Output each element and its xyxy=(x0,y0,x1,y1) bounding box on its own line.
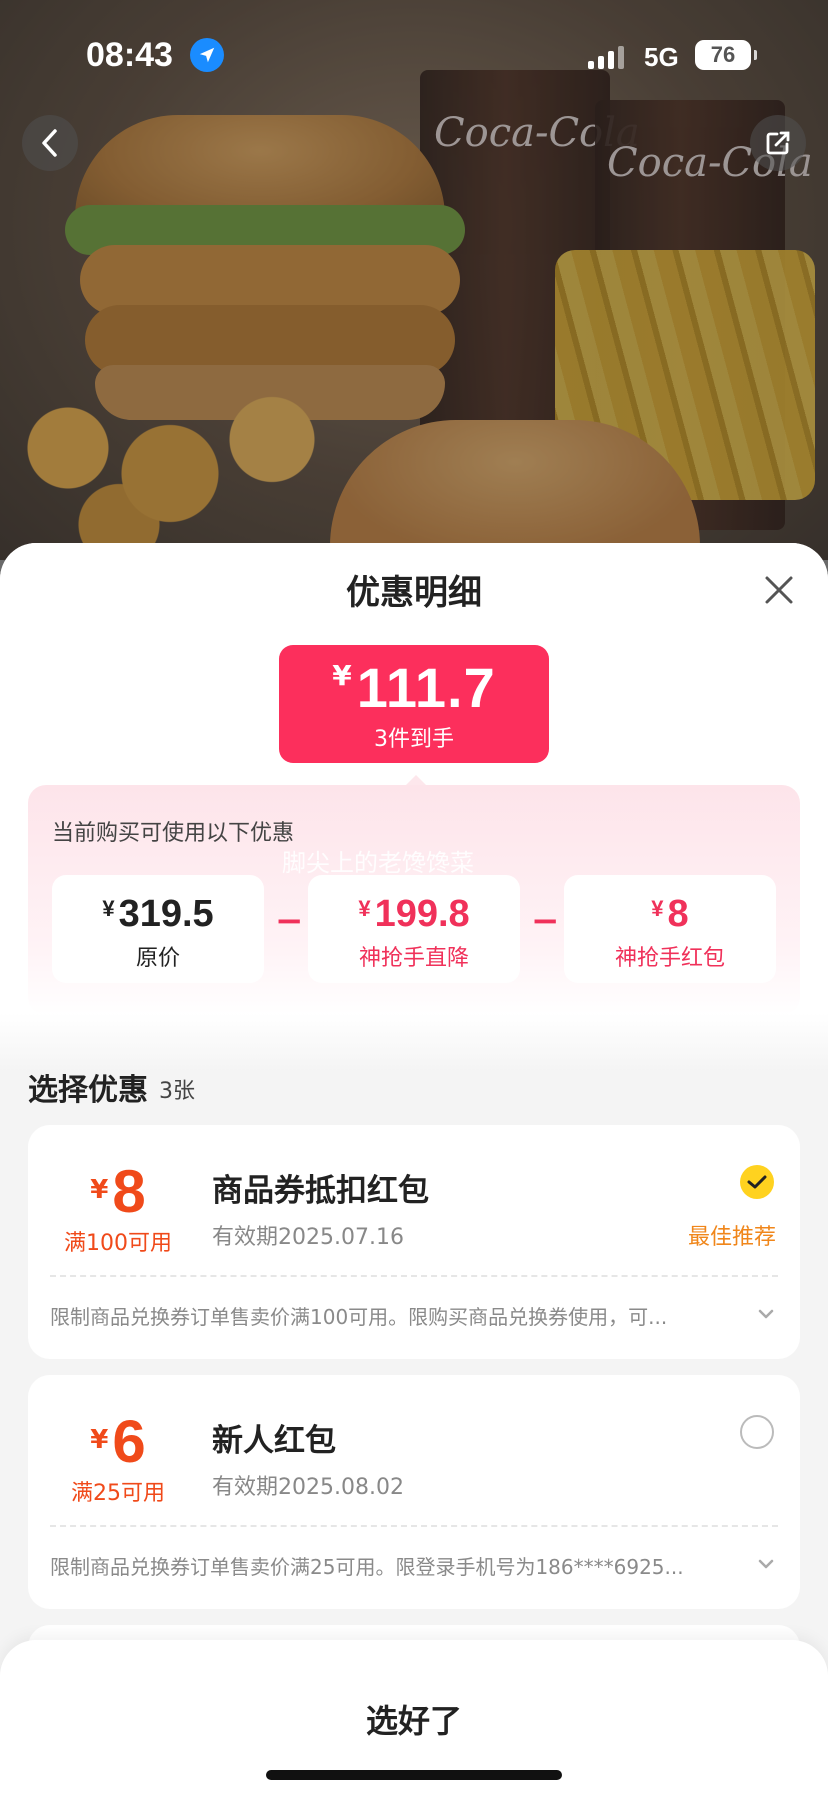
coupon-card[interactable]: ¥6 满25可用 新人红包 有效期2025.08.02 限制商品兑换券订单售卖价… xyxy=(28,1375,800,1609)
chevron-down-icon[interactable] xyxy=(756,1307,776,1321)
check-icon xyxy=(747,1175,767,1189)
coupon-divider xyxy=(50,1275,778,1277)
red-packet-label: 神抢手红包 xyxy=(614,946,725,971)
coupon-card[interactable]: ¥8 满100可用 商品券抵扣红包 有效期2025.07.16 最佳推荐 限制商… xyxy=(28,1125,800,1359)
close-icon xyxy=(765,576,793,604)
coupon-amount-value: 6 xyxy=(112,1408,146,1475)
coupon-divider xyxy=(50,1525,778,1527)
direct-discount-value: 199.8 xyxy=(374,893,470,935)
share-button[interactable] xyxy=(750,115,806,171)
sheet-fade xyxy=(0,1013,828,1073)
coupon-amount-value: 8 xyxy=(112,1158,146,1225)
discount-detail-sheet: 优惠明细 ¥ 111.7 3件到手 当前购买可使用以下优惠 脚尖上的老馋馋菜 ¥… xyxy=(0,543,828,1795)
final-price-badge: ¥ 111.7 3件到手 xyxy=(279,645,549,763)
currency-symbol: ¥ xyxy=(102,896,115,921)
currency-symbol: ¥ xyxy=(332,659,352,692)
original-price-card: ¥319.5 原价 xyxy=(52,875,264,983)
signal-icon xyxy=(588,46,624,69)
coupon-title: 新人红包 xyxy=(212,1423,336,1459)
coupon-validity: 有效期2025.08.02 xyxy=(212,1475,404,1500)
final-price-subtitle: 3件到手 xyxy=(374,727,454,752)
select-discount-title: 选择优惠 xyxy=(28,1073,148,1108)
direct-discount-label: 神抢手直降 xyxy=(358,946,469,971)
minus-sign: − xyxy=(275,901,304,941)
confirm-button[interactable]: 选好了 xyxy=(0,1696,828,1742)
original-price-value: 319.5 xyxy=(118,893,214,935)
bottom-action-bar: 选好了 xyxy=(0,1640,828,1795)
coupon-count: 3张 xyxy=(159,1079,195,1104)
status-time: 08:43 xyxy=(86,36,173,74)
coupon-amount: ¥6 xyxy=(48,1407,188,1476)
price-breakdown: 当前购买可使用以下优惠 脚尖上的老馋馋菜 ¥319.5 原价 − ¥199.8 … xyxy=(28,785,800,1015)
currency-symbol: ¥ xyxy=(651,896,664,921)
sheet-title: 优惠明细 xyxy=(346,573,482,613)
original-price-label: 原价 xyxy=(135,946,180,971)
currency-symbol: ¥ xyxy=(358,896,371,921)
chevron-left-icon xyxy=(42,129,57,157)
battery-icon: 76 xyxy=(695,40,757,70)
minus-sign: − xyxy=(531,901,560,941)
red-packet-value: 8 xyxy=(667,893,689,935)
chevron-down-icon[interactable] xyxy=(756,1557,776,1571)
watermark: 脚尖上的老馋馋菜 xyxy=(282,849,474,877)
coupon-checkbox[interactable] xyxy=(740,1415,774,1449)
direct-discount-card: ¥199.8 神抢手直降 xyxy=(308,875,520,983)
coupon-checkbox[interactable] xyxy=(740,1165,774,1199)
final-price-amount: 111.7 xyxy=(356,656,496,719)
status-bar: 08:43 5G 76 xyxy=(0,0,828,110)
back-button[interactable] xyxy=(22,115,78,171)
best-recommend-badge: 最佳推荐 xyxy=(687,1225,776,1250)
breakdown-hint: 当前购买可使用以下优惠 xyxy=(52,821,295,846)
location-arrow-icon xyxy=(190,38,224,72)
final-price-row: ¥ 111.7 xyxy=(279,655,549,720)
currency-symbol: ¥ xyxy=(90,1425,109,1455)
network-type: 5G xyxy=(644,42,679,72)
share-icon xyxy=(766,131,790,155)
coupon-amount: ¥8 xyxy=(48,1157,188,1226)
currency-symbol: ¥ xyxy=(90,1175,109,1205)
red-packet-card: ¥8 神抢手红包 xyxy=(564,875,776,983)
coupon-condition: 满100可用 xyxy=(64,1231,172,1256)
coupon-description: 限制商品兑换券订单售卖价满25可用。限登录手机号为186****6925... xyxy=(50,1555,684,1579)
coupon-validity: 有效期2025.07.16 xyxy=(212,1225,404,1250)
close-button[interactable] xyxy=(762,573,796,607)
coupon-condition: 满25可用 xyxy=(71,1481,165,1506)
coupon-description: 限制商品兑换券订单售卖价满100可用。限购买商品兑换券使用，可... xyxy=(50,1305,668,1329)
home-indicator xyxy=(266,1770,562,1780)
coupon-title: 商品券抵扣红包 xyxy=(212,1173,429,1209)
